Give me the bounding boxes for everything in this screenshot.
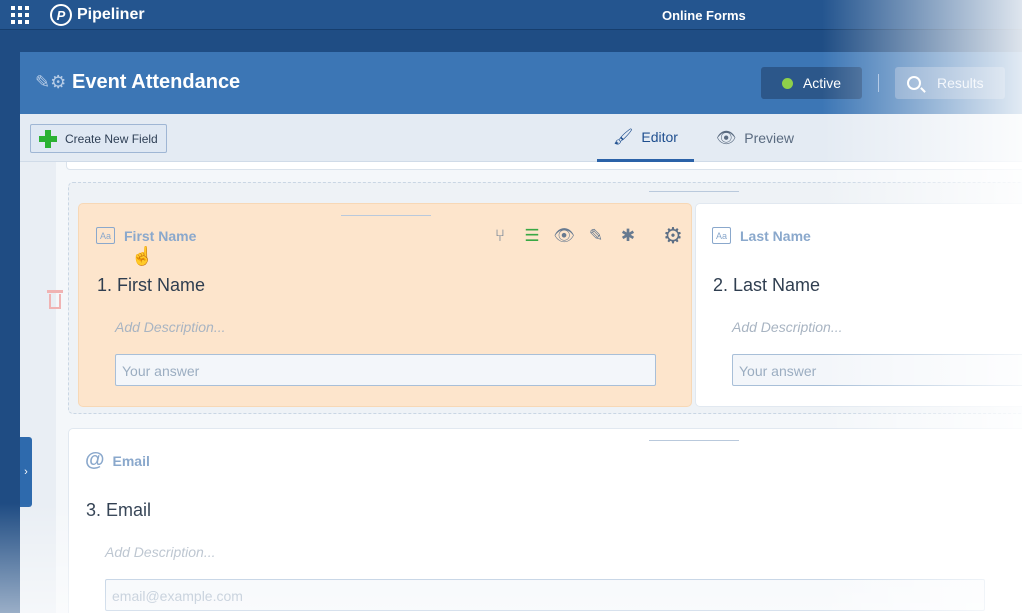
tab-editor-label: Editor [641,128,678,145]
answer-input[interactable]: Your answer [732,354,1022,386]
chevron-right-icon: › [24,466,28,478]
field-description[interactable]: Add Description... [732,319,843,335]
results-button[interactable]: Results [895,67,1005,99]
editor-toolbar: Create New Field 🖌 Editor 👁 Preview [20,114,1022,162]
field-question[interactable]: 3. Email [86,500,151,521]
drag-handle[interactable] [341,215,431,216]
field-type-label: @ Email [85,449,150,472]
create-new-field-button[interactable]: Create New Field [30,124,167,153]
form-editor-panel: ✎⚙ Event Attendance Active Results Creat… [20,52,1022,613]
field-question[interactable]: 2. Last Name [713,275,820,296]
form-header: ✎⚙ Event Attendance Active Results [20,52,1022,114]
answer-input[interactable]: Your answer [115,354,656,386]
field-description[interactable]: Add Description... [105,544,216,560]
sidebar-collapse-toggle[interactable]: › [20,437,32,507]
app-grid-icon[interactable] [11,6,29,24]
drag-handle[interactable] [649,440,739,441]
field-type-label: Aa Last Name [712,227,811,244]
logo-mark-icon: P [50,4,72,26]
hand-cursor-icon: ☝ [131,246,154,266]
list-edit-icon[interactable]: ☰ [516,224,548,248]
drag-handle[interactable] [649,191,739,192]
trash-icon[interactable] [47,290,63,310]
text-field-icon: Aa [96,227,115,244]
status-button[interactable]: Active [761,67,862,99]
module-title: Online Forms [662,8,746,23]
field-description[interactable]: Add Description... [115,319,226,335]
header-divider [878,74,879,92]
field-type-label: Aa First Name [96,227,196,244]
eye-icon: 👁 [715,130,737,147]
form-row: Aa First Name ⑂ ☰ 👁 ✎ ✱ ⚙ 1. First Name … [68,182,1022,414]
previous-row-card [66,162,1022,170]
email-input[interactable]: email@example.com [105,579,985,611]
at-sign-icon: @ [85,449,105,471]
search-results-icon [907,76,921,90]
field-type-name: Email [112,452,150,469]
field-question[interactable]: 1. First Name [97,275,205,296]
row-action-rail [20,162,56,613]
tab-editor[interactable]: 🖌 Editor [597,114,694,162]
field-card-email[interactable]: @ Email 3. Email Add Description... emai… [68,428,1022,613]
field-type-name: Last Name [740,227,811,244]
required-asterisk-icon[interactable]: ✱ [612,224,644,248]
form-title: Event Attendance [72,71,241,93]
active-status-dot-icon [781,77,793,89]
branch-logic-icon[interactable]: ⑂ [484,224,516,248]
create-new-field-label: Create New Field [65,131,158,146]
results-label: Results [937,75,984,91]
app-name: Pipeliner [77,6,145,23]
tab-preview-label: Preview [744,130,795,146]
field-card-last-name[interactable]: Aa Last Name 2. Last Name Add Descriptio… [695,203,1022,407]
top-app-bar: P Pipeliner Online Forms [0,0,1022,30]
gear-icon[interactable]: ⚙ [657,223,689,248]
field-card-first-name[interactable]: Aa First Name ⑂ ☰ 👁 ✎ ✱ ⚙ 1. First Name … [78,203,692,407]
text-field-icon: Aa [712,227,731,244]
field-toolbar: ⑂ ☰ 👁 ✎ ✱ ⚙ [484,223,689,248]
pencil-icon[interactable]: ✎ [580,224,612,248]
left-sidebar [0,31,20,613]
form-edit-icon: ✎⚙ [35,72,67,92]
field-type-name: First Name [124,227,197,244]
pipeliner-logo[interactable]: P Pipeliner [50,4,145,26]
status-label: Active [802,75,842,91]
brush-icon: 🖌 [613,128,634,146]
plus-icon [39,129,57,148]
form-canvas: Aa First Name ⑂ ☰ 👁 ✎ ✱ ⚙ 1. First Name … [20,162,1022,613]
tab-preview[interactable]: 👁 Preview [710,114,800,162]
visibility-eye-icon[interactable]: 👁 [548,224,580,248]
